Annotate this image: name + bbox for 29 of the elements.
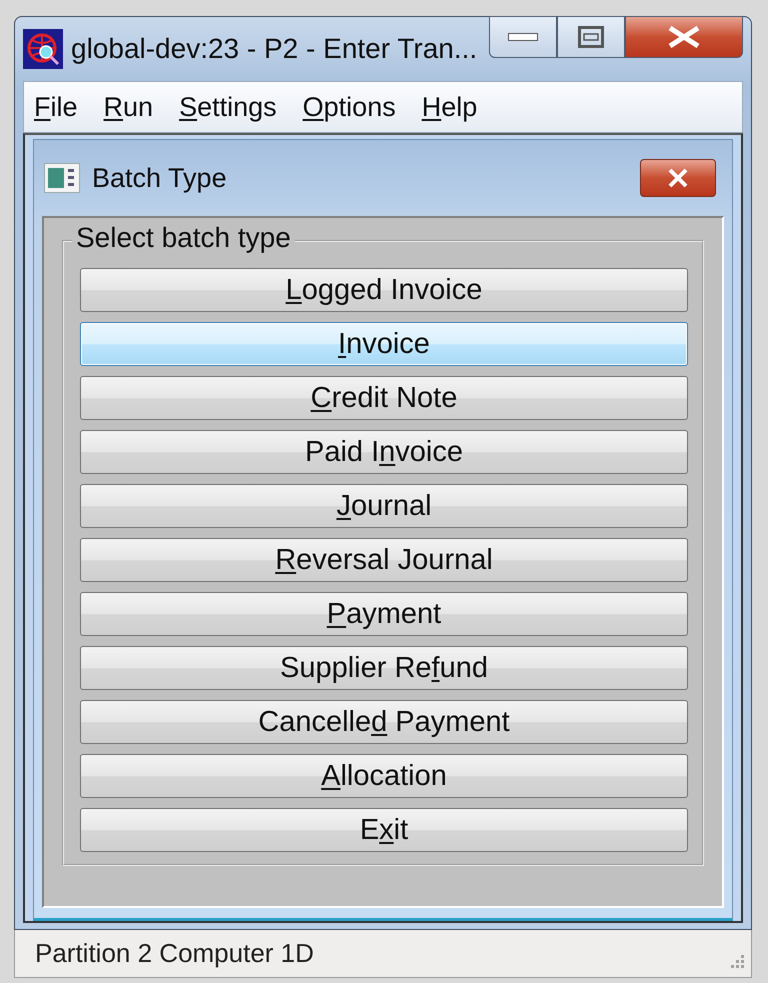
batch-type-button[interactable]: Credit Note — [80, 376, 688, 420]
close-icon — [668, 26, 700, 48]
minimize-button[interactable] — [489, 16, 557, 58]
form-icon — [44, 163, 80, 193]
close-icon — [666, 168, 690, 188]
dialog-title: Batch Type — [92, 162, 228, 194]
batch-type-button[interactable]: Reversal Journal — [80, 538, 688, 582]
maximize-icon — [578, 26, 604, 48]
minimize-icon — [508, 33, 538, 41]
menu-item[interactable]: Help — [422, 92, 478, 122]
window-title: global-dev:23 - P2 - Enter Tran... — [71, 33, 478, 65]
batch-type-button[interactable]: Supplier Refund — [80, 646, 688, 690]
close-button[interactable] — [640, 159, 716, 197]
menu-item[interactable]: Settings — [179, 92, 277, 122]
batch-type-button[interactable]: Payment — [80, 592, 688, 636]
batch-type-button[interactable]: Journal — [80, 484, 688, 528]
batch-type-button[interactable]: Cancelled Payment — [80, 700, 688, 744]
menu-item[interactable]: Options — [302, 92, 396, 122]
menu-item[interactable]: File — [34, 92, 78, 122]
batch-type-button[interactable]: Invoice — [80, 322, 688, 366]
batch-type-button[interactable]: Logged Invoice — [80, 268, 688, 312]
batch-type-button[interactable]: Allocation — [80, 754, 688, 798]
status-text: Partition 2 Computer 1D — [35, 938, 314, 969]
close-button[interactable] — [625, 16, 743, 58]
batch-type-button[interactable]: Paid Invoice — [80, 430, 688, 474]
globe-icon — [23, 29, 63, 69]
batch-type-button[interactable]: Exit — [80, 808, 688, 852]
maximize-button[interactable] — [557, 16, 625, 58]
menu-item[interactable]: Run — [104, 92, 154, 122]
